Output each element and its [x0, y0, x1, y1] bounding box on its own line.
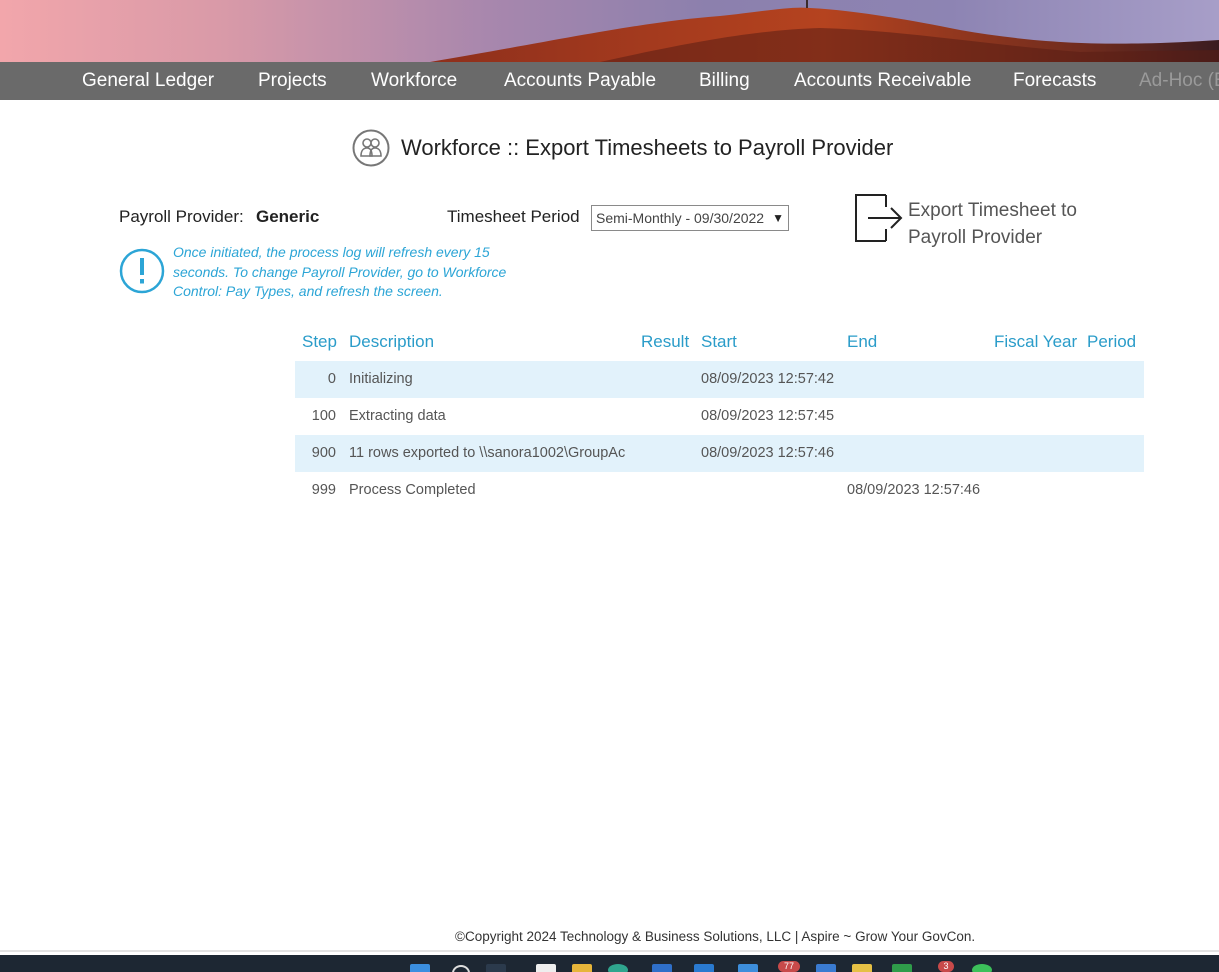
header-step[interactable]: Step: [302, 332, 337, 352]
search-icon[interactable]: [452, 965, 470, 972]
outlook-app-icon[interactable]: [694, 964, 714, 972]
cell-description: Initializing: [349, 371, 413, 387]
excel-app-icon[interactable]: [892, 964, 912, 972]
workforce-people-icon: [352, 129, 390, 167]
timesheet-period-selected: Semi-Monthly - 09/30/2022: [596, 210, 765, 226]
header-end[interactable]: End: [847, 332, 877, 352]
folder-icon[interactable]: [572, 964, 592, 972]
info-exclamation-icon: [119, 248, 165, 294]
info-message: Once initiated, the process log will ref…: [173, 244, 507, 299]
cell-start: 08/09/2023 12:57:45: [701, 408, 835, 424]
timesheet-period-select[interactable]: Semi-Monthly - 09/30/2022 ▼: [591, 205, 789, 231]
cell-description: Process Completed: [349, 482, 476, 498]
header-banner: [0, 0, 1219, 62]
table-row: 999 Process Completed 08/09/2023 12:57:4…: [295, 472, 1144, 509]
payroll-provider-value: Generic: [256, 207, 320, 226]
start-menu-icon[interactable]: [410, 964, 430, 972]
edge-browser-icon[interactable]: [608, 964, 628, 972]
hill-landscape-image: [430, 0, 1219, 62]
table-header: Step Description Result Start End Fiscal…: [295, 326, 1144, 361]
page-title: Workforce :: Export Timesheets to Payrol…: [401, 135, 894, 160]
export-timesheet-button[interactable]: Export Timesheet to Payroll Provider: [852, 193, 1112, 253]
cell-start: 08/09/2023 12:57:46: [701, 445, 835, 461]
notes-app-icon[interactable]: [852, 964, 872, 972]
nav-workforce[interactable]: Workforce: [371, 62, 457, 100]
footer-divider: [0, 950, 1219, 952]
nav-billing[interactable]: Billing: [699, 62, 750, 100]
cell-step: 999: [311, 482, 336, 498]
calendar-app-icon[interactable]: [816, 964, 836, 972]
cell-step: 100: [311, 408, 336, 424]
header-period[interactable]: Period: [1087, 332, 1136, 352]
header-result[interactable]: Result: [641, 332, 689, 352]
teams-app-icon[interactable]: [738, 964, 758, 972]
export-timesheet-label: Export Timesheet to Payroll Provider: [908, 200, 1077, 248]
nav-accounts-payable[interactable]: Accounts Payable: [504, 62, 656, 100]
cell-step: 0: [327, 371, 336, 387]
nav-accounts-receivable[interactable]: Accounts Receivable: [794, 62, 971, 100]
table-row: 900 11 rows exported to \\sanora1002\Gro…: [295, 435, 1144, 472]
payroll-provider-label: Payroll Provider:: [119, 207, 244, 226]
table-row: 0 Initializing 08/09/2023 12:57:42: [295, 361, 1144, 398]
header-fiscal-year[interactable]: Fiscal Year: [994, 332, 1077, 352]
browser-app-icon[interactable]: [486, 964, 506, 972]
cell-description: Extracting data: [349, 408, 446, 424]
cell-start: 08/09/2023 12:57:42: [701, 371, 835, 387]
footer-copyright: ©Copyright 2024 Technology & Business So…: [455, 929, 976, 944]
process-log-table: Step Description Result Start End Fiscal…: [295, 326, 1144, 509]
notepad-app-icon[interactable]: [536, 964, 556, 972]
header-start[interactable]: Start: [701, 332, 737, 352]
header-description[interactable]: Description: [349, 332, 434, 352]
os-taskbar: 77 3: [0, 955, 1219, 972]
nav-forecasts[interactable]: Forecasts: [1013, 62, 1096, 100]
chevron-down-icon: ▼: [772, 211, 784, 225]
export-arrow-icon: [855, 194, 903, 242]
nav-ad-hoc[interactable]: Ad-Hoc (E: [1139, 62, 1219, 100]
cell-end: 08/09/2023 12:57:46: [847, 482, 981, 498]
table-row: 100 Extracting data 08/09/2023 12:57:45: [295, 398, 1144, 435]
mail-badge: 77: [778, 961, 800, 972]
main-nav: General Ledger Projects Workforce Accoun…: [0, 62, 1219, 100]
timesheet-period-label: Timesheet Period: [447, 207, 580, 226]
app-badge: 3: [938, 961, 954, 972]
nav-general-ledger[interactable]: General Ledger: [82, 62, 214, 100]
page-header: Workforce :: Export Timesheets to Payrol…: [352, 128, 893, 168]
spotify-app-icon[interactable]: [972, 964, 992, 972]
cell-step: 900: [311, 445, 336, 461]
cell-description: 11 rows exported to \\sanora1002\GroupAc: [349, 445, 626, 461]
word-app-icon[interactable]: [652, 964, 672, 972]
nav-projects[interactable]: Projects: [258, 62, 327, 100]
